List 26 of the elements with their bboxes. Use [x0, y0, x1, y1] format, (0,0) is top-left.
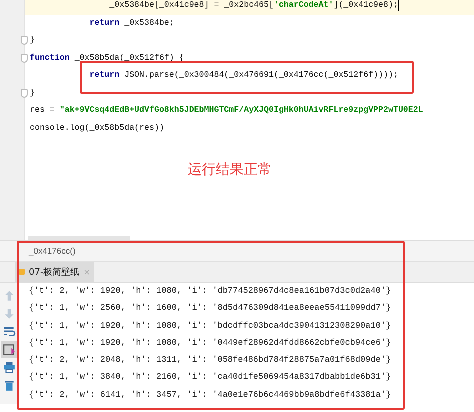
print-icon[interactable] [2, 361, 16, 374]
fold-marker-icon[interactable] [21, 36, 28, 46]
tab-label: 07-极简壁纸 [29, 266, 80, 278]
file-icon [19, 269, 25, 275]
code-line: } [29, 88, 36, 100]
breadcrumb[interactable]: _0x4176cc() [29, 246, 76, 256]
code-line: } [29, 35, 36, 47]
scrollbar[interactable] [28, 236, 130, 240]
output-line: {'t': 1, 'w': 1920, 'h': 1080, 'i': 'bdcdffc03bca4dc39041312308290a10'} [29, 320, 392, 333]
output-line: {'t': 1, 'w': 2560, 'h': 1600, 'i': '8d5d476309d841ea8eeae55411099dd7'} [29, 302, 392, 316]
scroll-to-end-icon[interactable] [2, 343, 16, 356]
output-line: {'t': 2, 'w': 2048, 'h': 1311, 'i': '058fe486bd784f28875a7a01f68d09de'} [29, 354, 392, 368]
fold-marker-icon[interactable] [21, 88, 28, 98]
output-line: {'t': 2, 'w': 6141, 'h': 3457, 'i': '4a0e1e76b6c4469bb9a8bdfe6f43381a'} [29, 388, 392, 402]
code-line: return _0x5384be; [88, 18, 176, 30]
fold-marker-icon[interactable] [21, 54, 28, 63]
annotation-text: 运行结果正常 [188, 161, 272, 179]
code-line: console.log(_0x58b5da(res)) [29, 122, 166, 134]
output-line: {'t': 2, 'w': 1920, 'h': 1080, 'i': 'db774528967d4c8ea161b07d3c0d2a40'} [29, 285, 392, 298]
output-line: {'t': 1, 'w': 1920, 'h': 1080, 'i': '0449ef28962d4fdd8662cbfe0cb94ce6'} [29, 336, 392, 350]
run-tab[interactable]: 07-极简壁纸 × [15, 262, 94, 282]
code-line: return JSON.parse(_0x300484(_0x476691(_0x4176cc(_0x512f6f)))); [88, 70, 400, 82]
trash-icon[interactable] [2, 379, 16, 392]
code-line: res = "ak+9VCsq4dEdB+UdVfGo8kh5JDEbMHGTCmF/AyXJQ0IgHk0hUAivRFLre9zpgVPP2wTU0E2L [29, 104, 424, 117]
output-line: {'t': 1, 'w': 3840, 'h': 2160, 'i': 'ca40d1fe5069454a8317dbabb1de6b31'} [29, 371, 392, 384]
wrap-icon[interactable] [2, 325, 16, 338]
